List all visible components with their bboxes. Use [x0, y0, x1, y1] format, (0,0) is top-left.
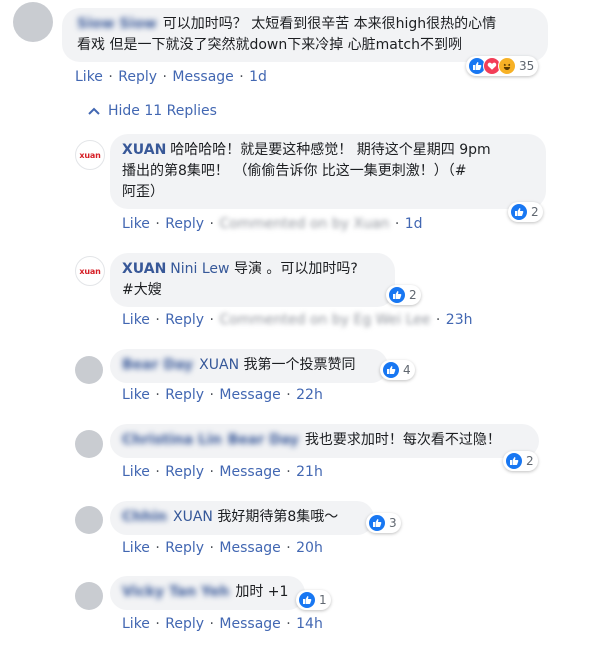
reply-text: 导演 。可以加时吗?	[233, 261, 358, 277]
reaction-count: 3	[389, 516, 397, 530]
reply-text: 我第一个投票赞同	[243, 357, 356, 373]
reply-text-line3: 阿歪）	[122, 184, 164, 200]
reply-text: 我也要求加时！每次看不过隐！	[304, 432, 501, 448]
timestamp[interactable]: 21h	[296, 464, 323, 480]
avatar[interactable]	[75, 356, 103, 384]
avatar[interactable]	[75, 582, 103, 610]
avatar[interactable]	[75, 430, 103, 458]
reply-actions: Like · Reply · Message · 22h	[122, 387, 323, 403]
reply-author-name[interactable]: XUAN	[122, 261, 166, 277]
chevron-up-icon	[88, 107, 100, 115]
like-link[interactable]: Like	[122, 312, 150, 328]
avatar[interactable]	[13, 2, 53, 42]
message-link[interactable]: Message	[219, 616, 280, 632]
like-link[interactable]: Like	[122, 464, 150, 480]
reply-text: 哈哈哈哈！就是要这种感觉！ 期待这个星期四 9pm	[170, 142, 491, 158]
haha-icon	[498, 57, 516, 75]
reply-text-line2: 播出的第8集吧！ （偷偷告诉你 比这一集更刺激！）（#	[122, 163, 467, 179]
reply-text: 我好期待第8集哦～	[217, 509, 339, 525]
timestamp[interactable]: 14h	[296, 616, 323, 632]
reply-link[interactable]: Reply	[165, 540, 204, 556]
reaction-count: 4	[403, 363, 411, 377]
reply-author-name[interactable]: Vicky Tan Yeh	[122, 582, 229, 603]
like-link[interactable]: Like	[122, 616, 150, 632]
hide-replies-link[interactable]: Hide 11 Replies	[88, 103, 217, 119]
message-link[interactable]: Message	[219, 464, 280, 480]
reply-bubble: Vicky Tan Yeh 加时 +1	[110, 576, 305, 610]
reply-link[interactable]: Reply	[165, 387, 204, 403]
reply-link[interactable]: Reply	[165, 312, 204, 328]
mention-link[interactable]: Nini Lew	[170, 261, 229, 277]
reaction-count: 1	[319, 593, 327, 607]
comment-text: 可以加时吗？ 太短看到很辛苦 本来很high很热的心情	[162, 16, 497, 32]
reply-bubble: XUAN Nini Lew 导演 。可以加时吗? #大嫂	[110, 253, 395, 307]
reply-bubble: Christina Lin Bear Day 我也要求加时！每次看不过隐！	[110, 424, 539, 458]
comment-author-name[interactable]: Siow Siow	[77, 14, 157, 35]
avatar[interactable]: xuan	[75, 256, 105, 286]
message-link[interactable]: Message	[172, 69, 233, 85]
like-icon	[505, 452, 523, 470]
reply-bubble: Chhin XUAN 我好期待第8集哦～	[110, 501, 374, 535]
like-icon	[368, 514, 386, 532]
like-link[interactable]: Like	[122, 387, 150, 403]
reply-author-name[interactable]: Chhin	[122, 507, 167, 528]
timestamp[interactable]: 23h	[446, 312, 473, 328]
reaction-count: 2	[531, 205, 539, 219]
message-link[interactable]: Message	[219, 387, 280, 403]
like-icon	[388, 286, 406, 304]
reaction-summary[interactable]: 2	[386, 285, 421, 305]
reply-bubble: Bear Day XUAN 我第一个投票赞同	[110, 349, 388, 383]
xuan-logo: xuan	[79, 266, 101, 276]
reply-link[interactable]: Reply	[165, 616, 204, 632]
reply-link[interactable]: Reply	[165, 464, 204, 480]
reply-actions: Like · Reply · Message · 21h	[122, 464, 323, 480]
reaction-summary[interactable]: 3	[366, 513, 401, 533]
message-link[interactable]: Message	[219, 540, 280, 556]
timestamp[interactable]: 22h	[296, 387, 323, 403]
like-link[interactable]: Like	[75, 69, 103, 85]
reply-link[interactable]: Reply	[165, 216, 204, 232]
mention-link[interactable]: XUAN	[173, 509, 213, 525]
reaction-count: 2	[409, 288, 417, 302]
reply-author-name[interactable]: Bear Day	[122, 355, 193, 376]
comment-actions: Like · Reply · Message · 1d	[75, 69, 267, 85]
reply-author-name[interactable]: XUAN	[122, 142, 166, 158]
commented-by-note: Commented on by Eg Wei Lee	[219, 312, 431, 328]
reply-author-name[interactable]: Christina Lin	[122, 430, 222, 451]
like-icon	[382, 361, 400, 379]
like-link[interactable]: Like	[122, 540, 150, 556]
reaction-summary[interactable]: 4	[380, 360, 415, 380]
reply-text-line2: #大嫂	[122, 282, 162, 298]
reaction-summary[interactable]: 2	[508, 202, 543, 222]
timestamp[interactable]: 20h	[296, 540, 323, 556]
reply-actions: Like · Reply · Message · 20h	[122, 540, 323, 556]
mention-link[interactable]: Bear Day	[228, 430, 299, 451]
reaction-count: 35	[519, 59, 535, 73]
main-comment-bubble: Siow Siow 可以加时吗？ 太短看到很辛苦 本来很high很热的心情 看戏 …	[62, 8, 548, 62]
comment-text-line2: 看戏 但是一下就没了突然就down下来冷掉 心脏match不到咧	[77, 37, 462, 53]
timestamp[interactable]: 1d	[405, 216, 423, 232]
reply-bubble: XUAN 哈哈哈哈！就是要这种感觉！ 期待这个星期四 9pm 播出的第8集吧！ （…	[110, 134, 546, 209]
reaction-summary[interactable]: 1	[296, 590, 331, 610]
reaction-summary[interactable]: 2	[503, 451, 538, 471]
like-icon	[510, 203, 528, 221]
avatar[interactable]	[75, 506, 103, 534]
reaction-summary[interactable]: 35	[466, 56, 539, 76]
like-icon	[298, 591, 316, 609]
mention-link[interactable]: XUAN	[199, 357, 239, 373]
reply-actions: Like · Reply · Commented on by Xuan · 1d	[122, 216, 423, 232]
xuan-logo: xuan	[79, 150, 101, 160]
reaction-count: 2	[526, 454, 534, 468]
reply-link[interactable]: Reply	[118, 69, 157, 85]
reply-text: 加时 +1	[235, 584, 289, 600]
commented-by-note: Commented on by Xuan	[219, 216, 390, 232]
reply-actions: Like · Reply · Message · 14h	[122, 616, 323, 632]
like-link[interactable]: Like	[122, 216, 150, 232]
avatar[interactable]: xuan	[75, 140, 105, 170]
hide-replies-label: Hide 11 Replies	[108, 103, 217, 119]
timestamp[interactable]: 1d	[249, 69, 267, 85]
reply-actions: Like · Reply · Commented on by Eg Wei Le…	[122, 312, 473, 328]
